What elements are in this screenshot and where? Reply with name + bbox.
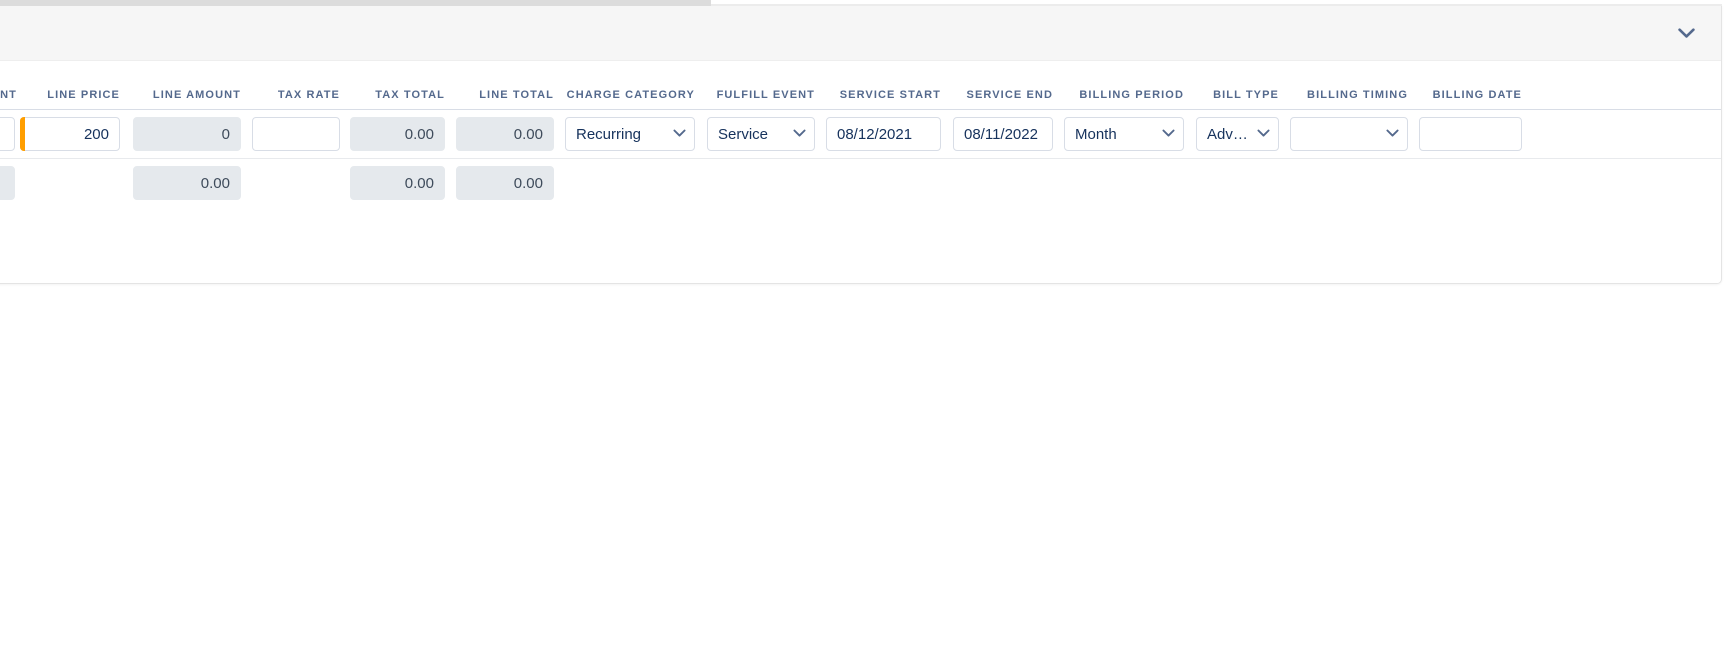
horizontal-scroll-track[interactable]: [0, 0, 711, 6]
cell-fulfill_event: ServiceOrderInvoice: [707, 117, 815, 151]
fulfill_event-select[interactable]: ServiceOrderInvoice: [707, 117, 815, 151]
tax_total-input: [350, 166, 445, 200]
column-header-amount: OUNT: [0, 89, 17, 101]
column-header-tax_rate: TAX RATE: [277, 89, 340, 101]
order-products-card: OUNT LINE PRICE LINE AMOUNT TAX RATE TAX TOT…: [0, 5, 1722, 284]
cell-amount: [0, 166, 15, 200]
billing_date-input[interactable]: [1419, 117, 1522, 151]
table-row: [0, 159, 1721, 207]
cell-charge_category: RecurringOne-TimeUsage: [565, 117, 695, 151]
column-header-line_price: LINE PRICE: [47, 89, 120, 101]
cell-service_end: [953, 117, 1053, 151]
line_amount-input: [133, 117, 241, 151]
column-header-billing_timing: BILLING TIMING: [1307, 89, 1408, 101]
column-header-line_amount: LINE AMOUNT: [152, 89, 241, 101]
cell-line_amount: [133, 166, 241, 200]
product-line-grid: OUNT LINE PRICE LINE AMOUNT TAX RATE TAX TOT…: [0, 61, 1721, 207]
column-header-service_end: SERVICE END: [966, 89, 1053, 101]
column-header-fulfill_event: FULFILL EVENT: [716, 89, 815, 101]
cell-line_price: [20, 117, 120, 151]
column-header-charge_category: CHARGE CATEGORY: [566, 89, 695, 101]
grid-scroll-area[interactable]: OUNT LINE PRICE LINE AMOUNT TAX RATE TAX TOT…: [0, 61, 1721, 283]
cell-tax_total: [350, 117, 445, 151]
column-header-service_start: SERVICE START: [839, 89, 941, 101]
cell-tax_total: [350, 166, 445, 200]
billing_period-select[interactable]: MonthQuarterYear: [1064, 117, 1184, 151]
cell-billing_period: MonthQuarterYear: [1064, 117, 1184, 151]
amount-input: [0, 166, 15, 200]
tax_rate-input[interactable]: [252, 117, 340, 151]
horizontal-scroll-track-remainder: [711, 4, 1722, 6]
cell-line_amount: [133, 117, 241, 151]
line_price-required-accent: [20, 117, 25, 151]
line_total-input: [456, 166, 554, 200]
cell-service_start: [826, 117, 941, 151]
column-header-bill_type: BILL TYPE: [1213, 89, 1279, 101]
bill_type-select[interactable]: AdvanceArrears: [1196, 117, 1279, 151]
section-header: [0, 5, 1721, 61]
billing_timing-select[interactable]: ImmediateScheduled: [1290, 117, 1408, 151]
amount-input[interactable]: [0, 117, 15, 151]
service_end-input[interactable]: [953, 117, 1053, 151]
charge_category-select[interactable]: RecurringOne-TimeUsage: [565, 117, 695, 151]
table-row: RecurringOne-TimeUsage ServiceOrderInvoic…: [0, 110, 1721, 159]
page-root: OUNT LINE PRICE LINE AMOUNT TAX RATE TAX TOT…: [0, 0, 1735, 648]
chevron-down-icon[interactable]: [1671, 19, 1701, 47]
service_start-input[interactable]: [826, 117, 941, 151]
column-header-billing_date: BILLING DATE: [1432, 89, 1522, 101]
cell-line_total: [456, 117, 554, 151]
line_total-input: [456, 117, 554, 151]
column-header-line_total: LINE TOTAL: [479, 89, 554, 101]
line_amount-input: [133, 166, 241, 200]
tax_total-input: [350, 117, 445, 151]
grid-header-row: OUNT LINE PRICE LINE AMOUNT TAX RATE TAX TOT…: [0, 61, 1721, 110]
column-header-tax_total: TAX TOTAL: [375, 89, 445, 101]
cell-amount: [0, 117, 15, 151]
cell-bill_type: AdvanceArrears: [1196, 117, 1279, 151]
cell-line_total: [456, 166, 554, 200]
cell-tax_rate: [252, 117, 340, 151]
cell-billing_timing: ImmediateScheduled: [1290, 117, 1408, 151]
cell-billing_date: [1419, 117, 1522, 151]
column-header-billing_period: BILLING PERIOD: [1079, 89, 1184, 101]
line_price-input[interactable]: [20, 117, 120, 151]
